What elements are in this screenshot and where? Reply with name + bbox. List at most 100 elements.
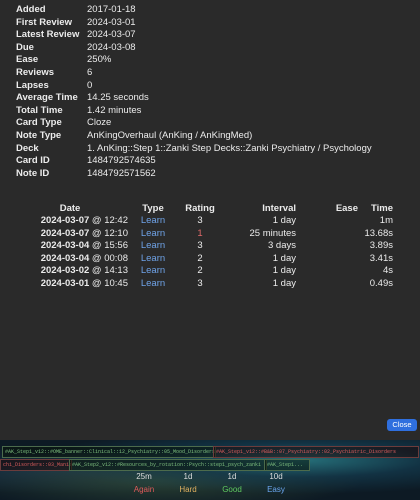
info-value: 0 xyxy=(87,79,93,91)
review-type: Learn xyxy=(140,215,166,226)
review-type: Learn xyxy=(140,252,166,264)
review-row: 2024-03-07 @ 12:42 Learn 3 1 day 1m xyxy=(10,215,395,228)
review-interval: 3 days xyxy=(268,240,296,251)
info-value: Cloze xyxy=(87,117,112,129)
info-row: Added 2017-01-18 xyxy=(16,4,372,17)
info-row: Card Type Cloze xyxy=(16,117,372,130)
review-time: 0.49s xyxy=(369,277,393,289)
review-date-day: 2024-03-02 xyxy=(40,265,90,276)
col-header-interval: Interval xyxy=(262,203,296,214)
review-date-time: @ 14:13 xyxy=(89,265,128,276)
tag-chip[interactable]: #AK_Step1... xyxy=(264,459,310,471)
review-row: 2024-03-07 @ 12:10 Learn 1 25 minutes 13.68s xyxy=(10,228,395,241)
review-date-day: 2024-03-07 xyxy=(40,215,90,226)
reviewer-bottom-bar: #AK_Step1_v12::#OME_banner::Clinical::12… xyxy=(0,440,420,500)
tag-chip[interactable]: #AK_Step2_v12::#Resources_by_rotation::P… xyxy=(69,459,267,471)
review-row: 2024-03-04 @ 15:56 Learn 3 3 days 3.89s xyxy=(10,240,395,253)
review-rating: 1 xyxy=(197,227,203,239)
review-type: Learn xyxy=(140,265,166,276)
again-interval: 25m xyxy=(136,472,152,481)
info-row: Due 2024-03-08 xyxy=(16,42,372,55)
info-label: First Review xyxy=(16,16,72,28)
info-value: 6 xyxy=(87,66,93,78)
info-label: Added xyxy=(16,4,46,15)
review-date-time: @ 12:10 xyxy=(89,227,128,239)
review-rating: 3 xyxy=(197,277,203,289)
info-label: Deck xyxy=(16,142,39,154)
review-date: 2024-03-04 @ 00:08 xyxy=(10,253,130,266)
review-date: 2024-03-07 @ 12:42 xyxy=(10,215,130,228)
review-interval: 1 day xyxy=(272,277,296,289)
review-type: Learn xyxy=(140,240,166,251)
info-label: Card ID xyxy=(16,155,50,167)
info-value: 2017-01-18 xyxy=(87,4,136,15)
hard-button[interactable]: Hard xyxy=(168,483,208,496)
review-date-time: @ 15:56 xyxy=(89,240,128,251)
review-ease xyxy=(308,253,360,266)
again-button[interactable]: Again xyxy=(124,483,164,496)
col-header-date: Date xyxy=(59,203,81,214)
info-row: Deck 1. AnKing::Step 1::Zanki Step Decks:… xyxy=(16,143,372,156)
easy-interval: 10d xyxy=(269,472,283,481)
col-header-rating: Rating xyxy=(185,203,215,214)
review-history-table: Date Type Rating Interval Ease Time 2024… xyxy=(10,202,395,290)
info-label: Total Time xyxy=(16,104,63,116)
review-date: 2024-03-07 @ 12:10 xyxy=(10,228,130,241)
info-value: 2024-03-01 xyxy=(87,16,136,28)
review-date-day: 2024-03-04 xyxy=(40,252,90,264)
review-date-time: @ 00:08 xyxy=(89,252,128,264)
review-rating: 3 xyxy=(197,215,203,226)
review-date: 2024-03-02 @ 14:13 xyxy=(10,265,130,278)
review-interval: 1 day xyxy=(272,252,296,264)
tag-chip[interactable]: #AK_Step1_v12::#B&B::07_Psychiatry::02_P… xyxy=(213,446,419,458)
good-button[interactable]: Good xyxy=(212,483,252,496)
review-date-day: 2024-03-01 xyxy=(40,277,90,289)
review-type: Learn xyxy=(140,227,166,239)
review-ease xyxy=(308,215,360,228)
info-value: 1. AnKing::Step 1::Zanki Step Decks::Zan… xyxy=(87,142,372,154)
card-info-table: Added 2017-01-18 First Review 2024-03-01 Lat… xyxy=(16,4,372,180)
review-date-day: 2024-03-04 xyxy=(40,240,90,251)
review-row: 2024-03-01 @ 10:45 Learn 3 1 day 0.49s xyxy=(10,278,395,291)
easy-button[interactable]: Easy xyxy=(256,483,296,496)
review-rating: 3 xyxy=(197,240,203,251)
review-ease xyxy=(308,278,360,291)
info-value: 2024-03-07 xyxy=(87,29,136,41)
col-header-time: Time xyxy=(370,203,393,214)
review-row: 2024-03-04 @ 00:08 Learn 2 1 day 3.41s xyxy=(10,253,395,266)
info-value: 14.25 seconds xyxy=(87,92,149,104)
info-label: Average Time xyxy=(16,92,78,104)
info-row: Ease 250% xyxy=(16,54,372,67)
review-ease xyxy=(308,240,360,253)
review-time: 1m xyxy=(379,215,393,226)
close-button[interactable]: Close xyxy=(387,419,417,431)
info-row: Card ID 1484792574635 xyxy=(16,155,372,168)
review-date-time: @ 10:45 xyxy=(89,277,128,289)
info-row: Latest Review 2024-03-07 xyxy=(16,29,372,42)
col-header-type: Type xyxy=(142,203,164,214)
hard-interval: 1d xyxy=(183,472,193,481)
review-type: Learn xyxy=(140,277,166,289)
tag-chip[interactable]: chi_Disorders::03_Mania xyxy=(0,459,72,471)
info-value: 1.42 minutes xyxy=(87,104,142,116)
review-ease xyxy=(308,265,360,278)
info-row: Total Time 1.42 minutes xyxy=(16,105,372,118)
info-value: 1484792574635 xyxy=(87,155,156,167)
review-ease xyxy=(308,228,360,241)
info-row: Note Type AnKingOverhaul (AnKing / AnKing… xyxy=(16,130,372,143)
review-date: 2024-03-04 @ 15:56 xyxy=(10,240,130,253)
review-interval: 1 day xyxy=(272,215,296,226)
review-interval: 25 minutes xyxy=(249,227,296,239)
info-label: Latest Review xyxy=(16,29,80,41)
info-label: Due xyxy=(16,41,34,53)
review-date: 2024-03-01 @ 10:45 xyxy=(10,278,130,291)
info-value: 250% xyxy=(87,54,112,66)
review-interval: 1 day xyxy=(272,265,296,276)
review-rating: 2 xyxy=(197,265,203,276)
tag-chip[interactable]: #AK_Step1_v12::#OME_banner::Clinical::12… xyxy=(2,446,216,458)
review-date-time: @ 12:42 xyxy=(89,215,128,226)
info-row: Average Time 14.25 seconds xyxy=(16,92,372,105)
info-label: Ease xyxy=(16,54,39,66)
review-time: 3.41s xyxy=(369,252,393,264)
info-label: Reviews xyxy=(16,66,55,78)
